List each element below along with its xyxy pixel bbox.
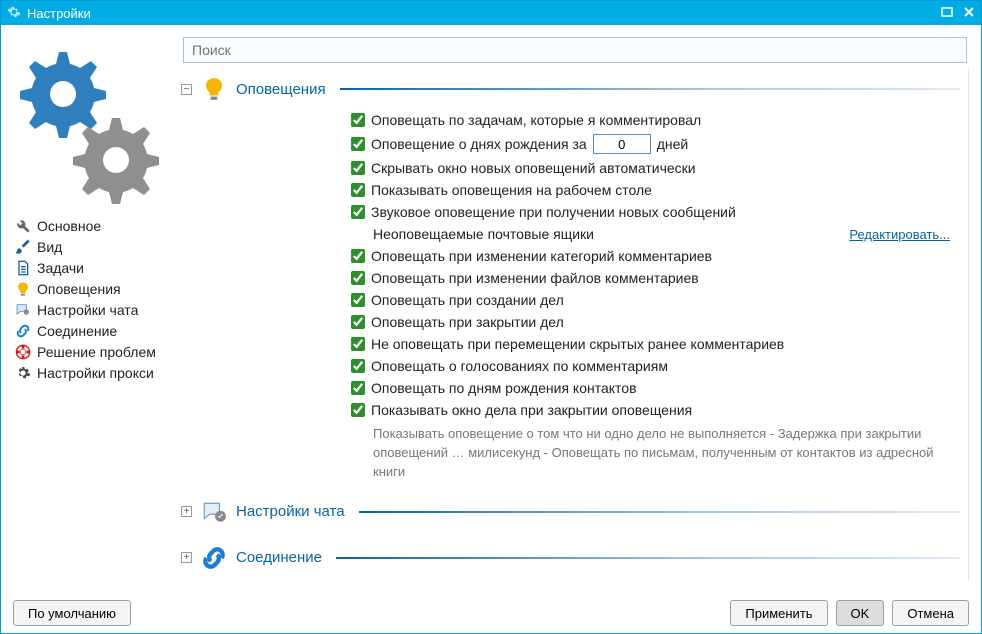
- divider: [359, 511, 960, 513]
- checkbox-label: Оповещать по дням рождения контактов: [371, 380, 637, 396]
- sidebar-item-chat[interactable]: Настройки чата: [13, 301, 173, 319]
- sidebar-item-label: Настройки чата: [37, 302, 138, 318]
- checkbox-label: Оповещать при изменении файлов комментар…: [371, 270, 699, 286]
- bulb-icon: [15, 281, 31, 297]
- brush-icon: [15, 239, 31, 255]
- sidebar-item-view[interactable]: Вид: [13, 238, 173, 256]
- defaults-button[interactable]: По умолчанию: [13, 600, 131, 626]
- sidebar-item-connection[interactable]: Соединение: [13, 322, 173, 340]
- label-birthday-pre: Оповещение о днях рождения за: [371, 136, 587, 152]
- collapse-toggle[interactable]: −: [181, 84, 192, 95]
- checkbox-label: Скрывать окно новых оповещений автоматич…: [371, 160, 696, 176]
- checkbox-case-create[interactable]: [351, 293, 365, 307]
- checkbox-label: Оповещать при закрытии дел: [371, 314, 564, 330]
- sidebar-item-general[interactable]: Основное: [13, 217, 173, 235]
- divider: [340, 88, 960, 90]
- footer: По умолчанию Применить OK Отмена: [1, 593, 981, 633]
- checkbox-autohide-new[interactable]: [351, 161, 365, 175]
- input-birthday-days[interactable]: [593, 134, 651, 154]
- maximize-button[interactable]: [941, 6, 953, 21]
- link-edit-mailboxes[interactable]: Редактировать...: [849, 227, 950, 242]
- content-scroll[interactable]: − Оповещения Оповещать по задачам, котор…: [181, 69, 969, 581]
- checkbox-sound-notify[interactable]: [351, 205, 365, 219]
- checkbox-label: Оповещать при создании дел: [371, 292, 564, 308]
- chat-icon: [200, 498, 228, 526]
- expand-toggle[interactable]: +: [181, 552, 192, 563]
- document-icon: [15, 260, 31, 276]
- window-title: Настройки: [27, 6, 91, 21]
- chat-icon: [15, 302, 31, 318]
- sidebar-item-label: Настройки прокси: [37, 365, 154, 381]
- checkbox-case-close[interactable]: [351, 315, 365, 329]
- section-title: Оповещения: [236, 81, 326, 98]
- expand-toggle[interactable]: +: [181, 506, 192, 517]
- search-input[interactable]: [183, 37, 967, 63]
- checkbox-label: Показывать окно дела при закрытии оповещ…: [371, 402, 692, 418]
- sidebar-item-label: Соединение: [37, 323, 117, 339]
- settings-window: Настройки: [0, 0, 982, 634]
- checkbox-show-case-on-close[interactable]: [351, 403, 365, 417]
- section-connection: + Соединение: [181, 538, 960, 578]
- sidebar-item-label: Задачи: [37, 260, 84, 276]
- gear-small-icon: [7, 5, 21, 22]
- sidebar-item-troubleshoot[interactable]: Решение проблем: [13, 343, 173, 361]
- checkbox-label: Не оповещать при перемещении скрытых ран…: [371, 336, 784, 352]
- sidebar-item-label: Основное: [37, 218, 101, 234]
- section-title: Соединение: [236, 549, 322, 566]
- sidebar: Основное Вид Задачи Оповещения Настройки…: [13, 37, 173, 581]
- checkbox-no-notify-hidden-move[interactable]: [351, 337, 365, 351]
- label-birthday-post: дней: [657, 136, 689, 152]
- link-icon: [15, 323, 31, 339]
- section-note: Показывать оповещение о том что ни одно …: [351, 421, 960, 486]
- sidebar-item-notifications[interactable]: Оповещения: [13, 280, 173, 298]
- ok-button[interactable]: OK: [836, 600, 885, 626]
- cancel-button[interactable]: Отмена: [892, 600, 969, 626]
- close-button[interactable]: [963, 6, 975, 21]
- checkbox-label: Оповещать по задачам, которые я комменти…: [371, 112, 701, 128]
- label-muted-mailboxes: Неоповещаемые почтовые ящики: [373, 226, 594, 242]
- sidebar-item-label: Вид: [37, 239, 62, 255]
- wrench-icon: [15, 218, 31, 234]
- bulb-icon: [200, 75, 228, 103]
- sidebar-item-proxy[interactable]: Настройки прокси: [13, 364, 173, 382]
- checkbox-label: Звуковое оповещение при получении новых …: [371, 204, 736, 220]
- sidebar-item-label: Оповещения: [37, 281, 121, 297]
- gear-icon: [15, 365, 31, 381]
- section-title: Настройки чата: [236, 503, 345, 520]
- section-notifications: − Оповещения Оповещать по задачам, котор…: [181, 69, 960, 486]
- nav-list: Основное Вид Задачи Оповещения Настройки…: [13, 217, 173, 382]
- main-panel: − Оповещения Оповещать по задачам, котор…: [181, 37, 969, 581]
- checkbox-category-change[interactable]: [351, 249, 365, 263]
- titlebar: Настройки: [1, 1, 981, 25]
- link-icon: [200, 544, 228, 572]
- section-chat: + Настройки чата: [181, 492, 960, 532]
- lifebuoy-icon: [15, 344, 31, 360]
- checkbox-label: Оповещать при изменении категорий коммен…: [371, 248, 712, 264]
- gears-illustration: [13, 37, 173, 217]
- sidebar-item-tasks[interactable]: Задачи: [13, 259, 173, 277]
- checkbox-file-change[interactable]: [351, 271, 365, 285]
- apply-button[interactable]: Применить: [730, 600, 827, 626]
- checkbox-desktop-notify[interactable]: [351, 183, 365, 197]
- checkbox-vote-notify[interactable]: [351, 359, 365, 373]
- checkbox-label: Показывать оповещения на рабочем столе: [371, 182, 652, 198]
- checkbox-notify-commented-tasks[interactable]: [351, 113, 365, 127]
- checkbox-label: Оповещать о голосованиях по комментариям: [371, 358, 668, 374]
- sidebar-item-label: Решение проблем: [37, 344, 156, 360]
- checkbox-contact-birthday[interactable]: [351, 381, 365, 395]
- checkbox-birthday-notify[interactable]: [351, 137, 365, 151]
- divider: [336, 557, 960, 559]
